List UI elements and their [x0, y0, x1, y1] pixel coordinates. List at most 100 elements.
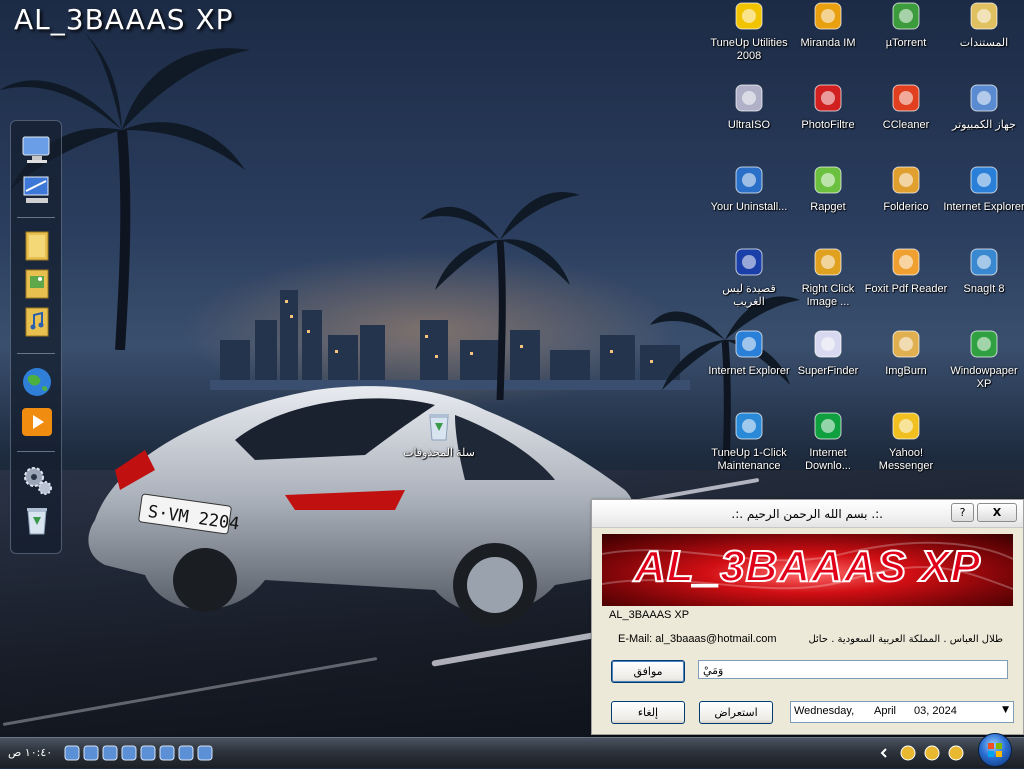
your-uninstaller-icon [733, 164, 765, 196]
banner-text: AL_3BAAAS XP [633, 541, 981, 592]
superfinder-icon [812, 328, 844, 360]
desktop-icon-label: µTorrent [885, 37, 927, 49]
show-desktop-icon[interactable] [64, 745, 80, 761]
desktop-icon[interactable]: Internet Explorer [707, 328, 791, 378]
desktop-icon-label: Miranda IM [800, 37, 856, 49]
desktop-icon-label: TuneUp Utilities 2008 [710, 37, 788, 62]
camera-icon[interactable] [140, 745, 156, 761]
recycle-bin-icon[interactable] [20, 503, 54, 537]
left-dock [10, 120, 62, 554]
play-icon[interactable] [197, 745, 213, 761]
date-month: April [874, 705, 897, 717]
internet-download-icon [812, 410, 844, 442]
desktop-icon[interactable]: Rapget [786, 164, 870, 214]
my-computer-icon [968, 82, 1000, 114]
globe-small-icon[interactable] [159, 745, 175, 761]
desktop-icon-label: جهاز الكمبيوتر [952, 119, 1016, 131]
desktop-icon[interactable]: ImgBurn [864, 328, 948, 378]
desktop-icon-label: Internet Explorer [708, 365, 790, 377]
pictures-folder-icon[interactable] [20, 267, 54, 301]
desktop-recycle-bin[interactable]: سلة المحذوفات [397, 410, 481, 460]
folderico-icon [890, 164, 922, 196]
desktop-icon[interactable]: Right Click Image ... [786, 246, 870, 309]
clock[interactable]: ١٠:٤٠ ص [8, 746, 52, 759]
media-player-icon[interactable] [20, 405, 54, 439]
desktop-icon[interactable]: Folderico [864, 164, 948, 214]
desktop-icon[interactable]: Miranda IM [786, 0, 870, 50]
ccleaner-icon [890, 82, 922, 114]
settings-gears-icon[interactable] [20, 463, 54, 497]
chevron-down-icon[interactable]: ▼ [1002, 705, 1009, 715]
yahoo-tray-icon[interactable] [900, 745, 916, 761]
desktop-icon-label: ImgBurn [885, 365, 927, 377]
desktop-icon[interactable]: SuperFinder [786, 328, 870, 378]
desktop-icon[interactable]: Foxit Pdf Reader [864, 246, 948, 296]
desktop-icon[interactable]: µTorrent [864, 0, 948, 50]
rapget-icon [812, 164, 844, 196]
desktop-icon[interactable]: Internet Explorer [942, 164, 1024, 214]
desktop-icon[interactable]: Yahoo! Messenger [864, 410, 948, 473]
windows-logo-icon [988, 743, 1002, 757]
network-tray-icon[interactable] [924, 745, 940, 761]
desktop-icon[interactable]: UltraISO [707, 82, 791, 132]
network-icon[interactable] [20, 173, 54, 207]
desktop-icon[interactable]: قصيدة ليس الغريب [707, 246, 791, 309]
help-button[interactable]: ? [951, 503, 974, 522]
desktop-icon[interactable]: المستندات [942, 0, 1024, 50]
desktop-icon[interactable]: Your Uninstall... [707, 164, 791, 214]
realplayer-icon [733, 246, 765, 278]
desktop-icon[interactable]: CCleaner [864, 82, 948, 132]
cancel-button[interactable]: إلغاء [611, 701, 685, 724]
desktop-icon[interactable]: TuneUp Utilities 2008 [707, 0, 791, 63]
music-folder-icon[interactable] [20, 305, 54, 339]
desktop-icon[interactable]: TuneUp 1-Click Maintenance [707, 410, 791, 473]
browse-button[interactable]: استعراض [699, 701, 773, 724]
wallpaper-title: AL_3BAAAS XP [14, 3, 234, 36]
sports-car-image: S·VM 2204 [88, 386, 638, 627]
desktop-icon-label: Windowpaper XP [950, 365, 1018, 390]
desktop-icon[interactable]: Windowpaper XP [942, 328, 1024, 391]
date-picker[interactable]: Wednesday, April 03, 2024 ▼ [790, 701, 1014, 723]
text-input[interactable]: وَمَيْ [698, 660, 1008, 679]
about-dialog: .:. بسم الله الرحمن الرحيم .:. ? X AL_3B… [591, 499, 1024, 735]
ok-button[interactable]: موافق [611, 660, 685, 683]
close-button[interactable]: X [977, 503, 1017, 522]
desktop-icon-label: قصيدة ليس الغريب [722, 283, 776, 308]
miranda-icon [812, 0, 844, 32]
desktop-icon-label: Folderico [883, 201, 929, 213]
folder-small-icon[interactable] [102, 745, 118, 761]
computer-icon[interactable] [20, 133, 54, 167]
ultraiso-icon [733, 82, 765, 114]
wand-icon[interactable] [83, 745, 99, 761]
desktop-icon[interactable]: Internet Downlo... [786, 410, 870, 473]
start-button[interactable] [978, 733, 1012, 767]
folder-icon[interactable] [20, 229, 54, 263]
internet-explorer-icon [733, 328, 765, 360]
dock-separator [17, 217, 55, 218]
globe-icon[interactable] [20, 365, 54, 399]
author-text: طلال العباس . المملكة العربية السعودية .… [808, 634, 1003, 645]
desktop-icon-label: Rapget [810, 201, 846, 213]
monitor-tray-icon[interactable] [948, 745, 964, 761]
desktop-icon-label: Right Click Image ... [801, 283, 855, 308]
dock-separator [17, 451, 55, 452]
snagit-icon [968, 246, 1000, 278]
media-small-icon[interactable] [178, 745, 194, 761]
recycle-bin-icon [423, 410, 455, 442]
desktop-icon[interactable]: جهاز الكمبيوتر [942, 82, 1024, 132]
desktop-icon-label: Yahoo! Messenger [878, 447, 934, 472]
dialog-titlebar[interactable]: .:. بسم الله الرحمن الرحيم .:. ? X [592, 500, 1023, 528]
chevron-icon[interactable] [876, 745, 892, 761]
desktop-icon-label: SuperFinder [797, 365, 859, 377]
internet-explorer-icon [968, 164, 1000, 196]
email-text: E-Mail: al_3baaas@hotmail.com [618, 633, 777, 645]
dock-separator [17, 353, 55, 354]
palm-tree-center [420, 192, 580, 400]
ie-small-icon[interactable] [121, 745, 137, 761]
recycle-bin-label: سلة المحذوفات [403, 447, 475, 459]
desktop-icon[interactable]: SnagIt 8 [942, 246, 1024, 296]
desktop-icon[interactable]: PhotoFiltre [786, 82, 870, 132]
desktop-icon-label: PhotoFiltre [801, 119, 855, 131]
desktop-icon-label: Foxit Pdf Reader [864, 283, 948, 295]
desktop-icon-label: Internet Explorer [943, 201, 1024, 213]
